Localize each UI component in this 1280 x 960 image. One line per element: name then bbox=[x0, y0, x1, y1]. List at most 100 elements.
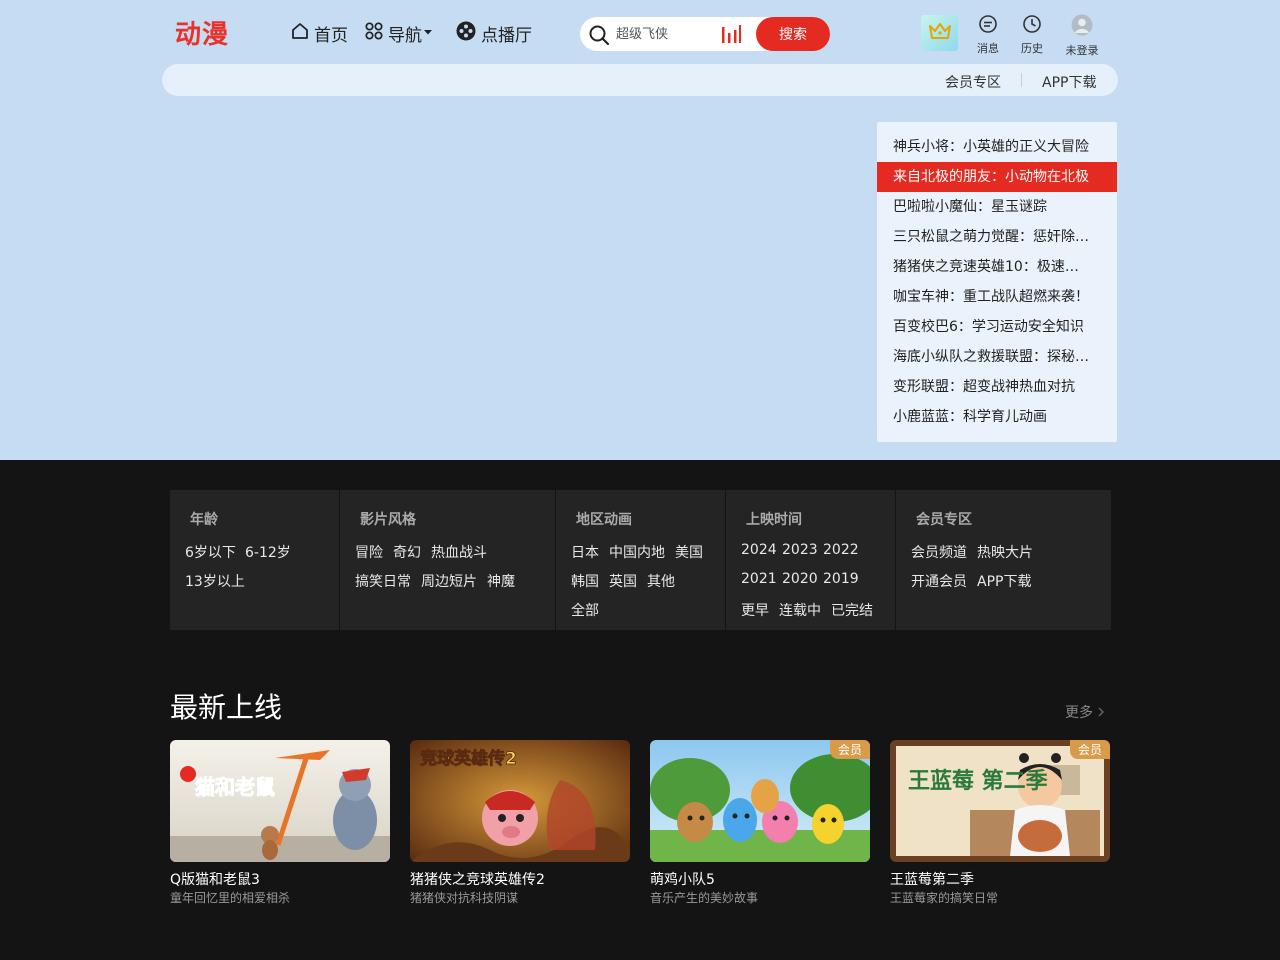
nav-guide[interactable]: 导航 bbox=[364, 20, 438, 46]
poster-image: 竞球英雄传2 bbox=[410, 740, 630, 862]
ranking-item[interactable]: 海底小纵队之救援联盟：探秘海底 bbox=[877, 342, 1117, 372]
search-button[interactable]: 搜索 bbox=[756, 17, 830, 51]
vip-crown-button[interactable] bbox=[921, 15, 958, 51]
filter-year-title: 上映时间 bbox=[746, 512, 802, 528]
filter-link[interactable]: 韩国 bbox=[571, 571, 599, 591]
filter-age-title: 年龄 bbox=[190, 512, 218, 528]
ranking-item[interactable]: 变形联盟：超变战神热血对抗 bbox=[877, 372, 1117, 402]
filter-age: 年龄 6岁以下 6-12岁 13岁以上 bbox=[170, 490, 340, 630]
video-card: 会员 萌鸡小队5 音乐产生的美妙故事 bbox=[650, 740, 870, 905]
filter-link[interactable]: 13岁以上 bbox=[185, 571, 245, 591]
video-thumbnail[interactable]: 王蓝莓 第二季 会员 bbox=[890, 740, 1110, 862]
filter-link[interactable]: 英国 bbox=[609, 571, 637, 591]
filter-link[interactable]: 日本 bbox=[571, 542, 599, 562]
video-thumbnail[interactable]: 竞球英雄传2 bbox=[410, 740, 630, 862]
filter-style-title: 影片风格 bbox=[360, 512, 416, 528]
video-title[interactable]: 萌鸡小队5 bbox=[650, 869, 715, 889]
subbar-divider bbox=[1021, 73, 1022, 87]
video-title[interactable]: 王蓝莓第二季 bbox=[890, 869, 974, 889]
more-link[interactable]: 更多 bbox=[1065, 702, 1105, 722]
messages-label: 消息 bbox=[977, 42, 999, 55]
filter-link[interactable]: 开通会员 bbox=[911, 571, 967, 591]
caret-down-icon bbox=[422, 23, 438, 43]
filter-link[interactable]: 美国 bbox=[675, 542, 703, 562]
film-reel-icon bbox=[455, 20, 481, 47]
grid-icon bbox=[364, 21, 388, 46]
voice-search-icon[interactable] bbox=[721, 25, 741, 47]
nav-home-label: 首页 bbox=[314, 25, 348, 46]
ranking-item[interactable]: 神兵小将：小英雄的正义大冒险 bbox=[877, 132, 1117, 162]
filter-link[interactable]: 周边短片 bbox=[421, 571, 477, 591]
site-logo[interactable]: 动漫 bbox=[175, 14, 229, 51]
filter-link[interactable]: 冒险 bbox=[355, 542, 383, 562]
poster-text: 竞球英雄传2 bbox=[420, 748, 517, 769]
ranking-item[interactable]: 巴啦啦小魔仙：星玉谜踪 bbox=[877, 192, 1117, 222]
ranking-item[interactable]: 百变校巴6：学习运动安全知识 bbox=[877, 312, 1117, 342]
nav-vod[interactable]: 点播厅 bbox=[455, 20, 532, 46]
ranking-item[interactable]: 小鹿蓝蓝：科学育儿动画 bbox=[877, 402, 1117, 432]
video-thumbnail[interactable]: 会员 bbox=[650, 740, 870, 862]
filter-link[interactable]: 6岁以下 bbox=[185, 542, 236, 562]
filter-link[interactable]: 2023 bbox=[782, 542, 818, 558]
avatar-icon bbox=[1071, 14, 1093, 42]
more-label: 更多 bbox=[1065, 705, 1093, 721]
ranking-item[interactable]: 猪猪侠之竞速英雄10：极速之旅 bbox=[877, 252, 1117, 282]
category-filter-panel: 年龄 6岁以下 6-12岁 13岁以上 影片风格 冒险 奇幻 热血战斗 搞笑日常… bbox=[170, 490, 1111, 630]
history-button[interactable]: 历史 bbox=[1007, 14, 1057, 56]
login-label: 未登录 bbox=[1065, 44, 1099, 57]
filter-link[interactable]: 热映大片 bbox=[977, 542, 1033, 562]
filter-link[interactable]: 2019 bbox=[823, 571, 859, 587]
hero-banner: 动漫 首页 导航 点播厅 超级飞侠 搜索 消息 历史 未登录 会员专区 APP下… bbox=[0, 0, 1280, 460]
section-title-latest: 最新上线 bbox=[170, 691, 283, 724]
filter-link[interactable]: 搞笑日常 bbox=[355, 571, 411, 591]
nav-guide-label: 导航 bbox=[388, 25, 422, 46]
chevron-right-icon bbox=[1097, 705, 1105, 721]
filter-link[interactable]: 2021 bbox=[741, 571, 777, 587]
filter-link[interactable]: 更早 bbox=[741, 600, 769, 620]
filter-link[interactable]: 连载中 bbox=[779, 600, 821, 620]
filter-link[interactable]: 奇幻 bbox=[393, 542, 421, 562]
video-card: 王蓝莓 第二季 会员 王蓝莓第二季 王蓝莓家的搞笑日常 bbox=[890, 740, 1110, 905]
message-icon bbox=[978, 14, 998, 40]
filter-link[interactable]: 6-12岁 bbox=[245, 542, 291, 562]
filter-link[interactable]: 中国内地 bbox=[609, 542, 665, 562]
filter-vip-title: 会员专区 bbox=[916, 512, 972, 528]
video-description: 音乐产生的美妙故事 bbox=[650, 891, 759, 905]
clock-icon bbox=[1022, 14, 1042, 40]
search-icon bbox=[588, 24, 610, 50]
nav-home[interactable]: 首页 bbox=[290, 20, 348, 46]
crown-icon bbox=[928, 21, 952, 45]
filter-link[interactable]: 2024 bbox=[741, 542, 777, 558]
video-title[interactable]: Q版猫和老鼠3 bbox=[170, 869, 260, 889]
ranking-list: 神兵小将：小英雄的正义大冒险 来自北极的朋友：小动物在北极 巴啦啦小魔仙：星玉谜踪三… bbox=[877, 122, 1117, 442]
subbar-app-link[interactable]: APP下载 bbox=[1042, 72, 1096, 92]
filter-link[interactable]: APP下载 bbox=[977, 571, 1031, 591]
filter-link[interactable]: 2022 bbox=[823, 542, 859, 558]
filter-link[interactable]: 其他 bbox=[647, 571, 675, 591]
login-button[interactable]: 未登录 bbox=[1057, 14, 1107, 58]
poster-text: 猫和老鼠 bbox=[195, 775, 275, 799]
subbar-vip-link[interactable]: 会员专区 bbox=[945, 72, 1001, 92]
filter-link[interactable]: 神魔 bbox=[487, 571, 515, 591]
video-card: 竞球英雄传2 猪猪侠之竞球英雄传2 猪猪侠对抗科技阴谋 bbox=[410, 740, 630, 905]
filter-vip: 会员专区 会员频道 热映大片 开通会员 APP下载 bbox=[896, 490, 1111, 630]
search-input[interactable] bbox=[616, 17, 716, 51]
filter-style: 影片风格 冒险 奇幻 热血战斗 搞笑日常 周边短片 神魔 bbox=[340, 490, 556, 630]
filter-link[interactable]: 全部 bbox=[571, 600, 599, 620]
filter-link[interactable]: 已完结 bbox=[831, 600, 873, 620]
filter-link[interactable]: 2020 bbox=[782, 571, 818, 587]
sub-nav-bar: 会员专区 APP下载 bbox=[162, 64, 1118, 96]
video-thumbnail[interactable]: 猫和老鼠 bbox=[170, 740, 390, 862]
search-bar: 搜索 bbox=[580, 17, 830, 51]
video-description: 王蓝莓家的搞笑日常 bbox=[890, 891, 999, 905]
ranking-item[interactable]: 咖宝车神：重工战队超燃来袭！ bbox=[877, 282, 1117, 312]
filter-region-title: 地区动画 bbox=[576, 512, 632, 528]
messages-button[interactable]: 消息 bbox=[963, 14, 1013, 56]
video-title[interactable]: 猪猪侠之竞球英雄传2 bbox=[410, 869, 545, 889]
ranking-item[interactable]: 来自北极的朋友：小动物在北极 bbox=[877, 162, 1117, 192]
nav-vod-label: 点播厅 bbox=[481, 25, 532, 46]
filter-link[interactable]: 会员频道 bbox=[911, 542, 967, 562]
ranking-item[interactable]: 三只松鼠之萌力觉醒：惩奸除恶之旅 bbox=[877, 222, 1117, 252]
filter-link[interactable]: 热血战斗 bbox=[431, 542, 487, 562]
video-card: 猫和老鼠 Q版猫和老鼠3 童年回忆里的相爱相杀 bbox=[170, 740, 390, 905]
